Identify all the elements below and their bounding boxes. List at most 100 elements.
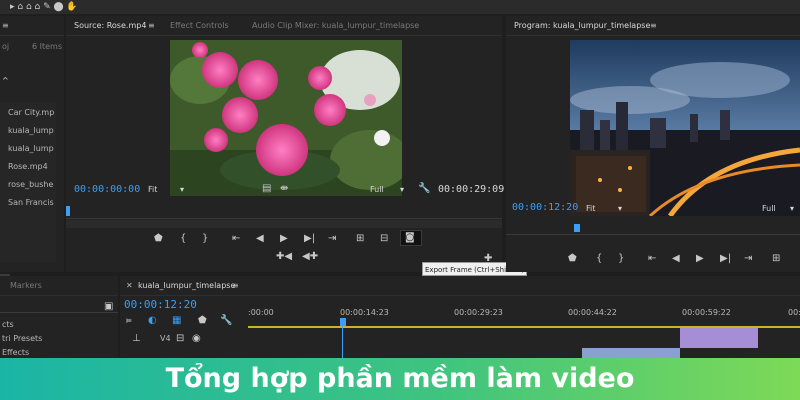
tab-audio-mixer[interactable]: Audio Clip Mixer: kuala_lumpur_timelapse bbox=[252, 16, 419, 36]
chevron-down-icon[interactable]: ▾ bbox=[400, 185, 404, 194]
ruler-label: 00:0 bbox=[788, 308, 800, 317]
lift-icon[interactable]: ⊞ bbox=[772, 254, 780, 264]
program-ruler[interactable] bbox=[506, 222, 800, 236]
add-marker-icon[interactable]: ▦ bbox=[172, 316, 181, 326]
step-forward-icon[interactable]: ▶| bbox=[720, 254, 731, 264]
play-icon[interactable]: ▶ bbox=[696, 254, 704, 264]
folder-icon[interactable]: ▣ bbox=[104, 302, 113, 312]
list-item[interactable]: Effects bbox=[2, 348, 29, 357]
playhead[interactable] bbox=[574, 224, 580, 232]
source-monitor: Source: Rose.mp4 ≡ Effect Controls Audio… bbox=[66, 16, 505, 272]
track-label: V4 bbox=[160, 334, 171, 343]
top-toolbar: ▸ ⌂ ⌂ ⌂ ✎ ⬤ ✋ bbox=[0, 0, 800, 14]
close-icon[interactable]: ✕ bbox=[126, 276, 133, 296]
tab-sequence[interactable]: kuala_lumpur_timelapse bbox=[138, 276, 235, 296]
list-item[interactable]: tri Presets bbox=[2, 334, 42, 343]
list-item[interactable]: Car City.mp bbox=[8, 108, 54, 117]
wrench-icon[interactable]: 🔧 bbox=[418, 184, 430, 194]
export-frame-button[interactable]: ◙ bbox=[400, 230, 422, 246]
project-panel-header: ≡ bbox=[0, 16, 64, 36]
list-item[interactable]: rose_bushe bbox=[8, 180, 53, 189]
source-tabs: Source: Rose.mp4 ≡ Effect Controls Audio… bbox=[66, 16, 502, 36]
collapse-icon[interactable]: ^ bbox=[2, 76, 9, 85]
mark-out-icon[interactable]: } bbox=[618, 254, 624, 264]
program-timecode[interactable]: 00:00:12:20 bbox=[512, 202, 578, 213]
button-editor-icon[interactable]: ✚◀ bbox=[276, 252, 292, 262]
chevron-down-icon[interactable]: ▾ bbox=[618, 204, 622, 213]
go-to-out-icon[interactable]: ⇥ bbox=[328, 234, 336, 244]
hamburger-icon[interactable]: ≡ bbox=[2, 16, 9, 36]
list-item[interactable]: San Francis bbox=[8, 198, 54, 207]
tab-program[interactable]: Program: kuala_lumpur_timelapse bbox=[514, 16, 650, 36]
chevron-down-icon[interactable]: ▾ bbox=[790, 204, 794, 213]
tool-icon[interactable]: ▸ ⌂ ⌂ ⌂ ✎ ⬤ ✋ bbox=[10, 2, 78, 12]
program-fit-dropdown[interactable]: Fit bbox=[586, 204, 595, 213]
settings-icon[interactable]: ▤ bbox=[262, 184, 271, 194]
items-count: 6 Items bbox=[32, 42, 63, 51]
marker-icon[interactable]: ⬟ bbox=[568, 254, 577, 264]
list-item[interactable]: Rose.mp4 bbox=[8, 162, 48, 171]
mark-in-icon[interactable]: { bbox=[596, 254, 602, 264]
source-timecode-out: 00:00:29:09 bbox=[438, 184, 505, 195]
wrench-icon[interactable]: 🔧 bbox=[220, 316, 232, 326]
tab-effect-controls[interactable]: Effect Controls bbox=[170, 16, 229, 36]
step-back-icon[interactable]: ◀ bbox=[256, 234, 264, 244]
marker-icon[interactable]: ⬟ bbox=[198, 316, 207, 326]
timeline-panel: ✕ kuala_lumpur_timelapse ≡ 00:00:12:20 ⫢… bbox=[120, 276, 800, 360]
step-back-icon[interactable]: ◀ bbox=[672, 254, 680, 264]
menu-icon[interactable]: ≡ bbox=[148, 16, 155, 36]
ruler-label: 00:00:59:22 bbox=[682, 308, 731, 317]
mark-out-icon[interactable]: } bbox=[202, 234, 208, 244]
playhead[interactable] bbox=[66, 206, 70, 216]
snap-icon[interactable]: ⫢ bbox=[126, 316, 132, 326]
lock-icon[interactable]: ⊟ bbox=[176, 334, 184, 344]
tab-markers[interactable]: Markers bbox=[10, 276, 42, 296]
go-to-in-icon[interactable]: ⇤ bbox=[648, 254, 656, 264]
timeline-tabs: ✕ kuala_lumpur_timelapse ≡ bbox=[120, 276, 800, 296]
camera-icon: ◙ bbox=[405, 232, 415, 243]
tab-source[interactable]: Source: Rose.mp4 bbox=[74, 16, 146, 36]
video-clip[interactable] bbox=[680, 328, 758, 348]
project-label: oj bbox=[2, 42, 10, 51]
track-target-icon[interactable]: ⊥ bbox=[132, 334, 141, 344]
ruler-label: :00:00 bbox=[248, 308, 274, 317]
program-tabs: Program: kuala_lumpur_timelapse ≡ bbox=[506, 16, 800, 36]
menu-icon[interactable]: ≡ bbox=[232, 276, 239, 296]
ruler-label: 00:00:14:23 bbox=[340, 308, 389, 317]
markers-panel: Markers ▣ cts tri Presets Effects bbox=[0, 276, 118, 360]
project-panel: ≡ oj 6 Items ^ Car City.mp kuala_lump ku… bbox=[0, 16, 64, 284]
banner-title: Tổng hợp phần mềm làm video bbox=[165, 363, 635, 394]
title-banner: Tổng hợp phần mềm làm video bbox=[0, 358, 800, 400]
timeline-timecode[interactable]: 00:00:12:20 bbox=[124, 298, 197, 311]
program-full-dropdown[interactable]: Full bbox=[762, 204, 776, 213]
marker-icon[interactable]: ⬟ bbox=[154, 234, 163, 244]
timeline-ruler[interactable]: :00:00 00:00:14:23 00:00:29:23 00:00:44:… bbox=[248, 304, 800, 324]
source-full-dropdown[interactable]: Full bbox=[370, 185, 384, 194]
eye-icon[interactable]: ◉ bbox=[192, 334, 201, 344]
chevron-down-icon[interactable]: ▾ bbox=[180, 185, 184, 194]
source-fit-dropdown[interactable]: Fit bbox=[148, 185, 157, 194]
markers-header: Markers bbox=[0, 276, 118, 296]
play-icon[interactable]: ▶ bbox=[280, 234, 288, 244]
drag-icon[interactable]: ⇼ bbox=[280, 184, 288, 194]
step-forward-icon[interactable]: ▶| bbox=[304, 234, 315, 244]
insert-icon[interactable]: ⊞ bbox=[356, 234, 364, 244]
overwrite-icon[interactable]: ⊟ bbox=[380, 234, 388, 244]
list-item[interactable]: kuala_lump bbox=[8, 144, 54, 153]
source-ruler[interactable] bbox=[66, 204, 502, 220]
source-scrollbar[interactable] bbox=[66, 220, 502, 228]
list-item[interactable]: cts bbox=[2, 320, 14, 329]
ruler-label: 00:00:29:23 bbox=[454, 308, 503, 317]
project-list: Car City.mp kuala_lump kuala_lump Rose.m… bbox=[0, 102, 56, 262]
extract-icon[interactable]: ◀✚ bbox=[302, 252, 318, 262]
menu-icon[interactable]: ≡ bbox=[650, 16, 657, 36]
list-item[interactable]: kuala_lump bbox=[8, 126, 54, 135]
mark-in-icon[interactable]: { bbox=[180, 234, 186, 244]
playhead[interactable] bbox=[340, 318, 346, 326]
linked-selection-icon[interactable]: ◐ bbox=[148, 316, 157, 326]
program-video-frame bbox=[570, 40, 800, 216]
go-to-in-icon[interactable]: ⇤ bbox=[232, 234, 240, 244]
program-monitor: Program: kuala_lumpur_timelapse ≡ 00:00:… bbox=[506, 16, 800, 272]
go-to-out-icon[interactable]: ⇥ bbox=[744, 254, 752, 264]
source-timecode-in[interactable]: 00:00:00:00 bbox=[74, 184, 140, 195]
